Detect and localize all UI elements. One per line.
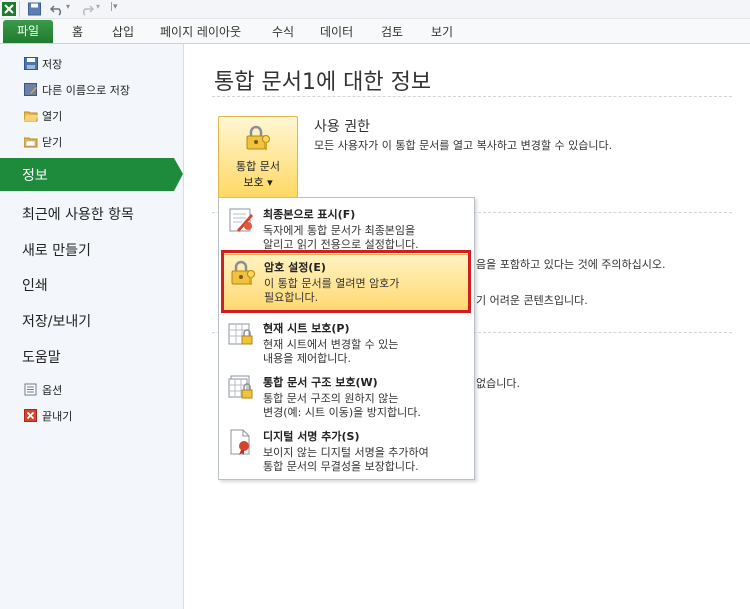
close-folder-icon [24,137,38,148]
tab-data[interactable]: 데이터 [320,23,353,40]
redo-icon[interactable] [80,2,94,16]
ribbon-tabs: 파일 홈 삽입 페이지 레이아웃 수식 데이터 검토 보기 [0,19,750,44]
tab-page-layout[interactable]: 페이지 레이아웃 [160,23,241,40]
nav-info-label: 정보 [22,168,48,184]
menu-item-protect-structure[interactable]: 통합 문서 구조 보호(W) 통합 문서 구조의 원하지 않는 변경(예: 시트… [219,370,474,420]
highlight-annotation-box [221,250,471,313]
exit-icon [24,409,37,422]
save-icon [24,57,38,70]
save-as-icon [24,83,37,96]
nav-save-send[interactable]: 저장/보내기 [22,311,91,331]
menu-item-desc: 변경(예: 시트 이동)을 방지합니다. [263,406,421,419]
menu-item-title: 현재 시트 보호(P) [263,322,350,335]
protect-button-label-1: 통합 문서 [236,160,280,173]
nav-new[interactable]: 새로 만들기 [22,240,91,260]
versions-text-partial: 없습니다. [476,377,520,390]
excel-icon[interactable] [2,2,16,16]
tab-home[interactable]: 홈 [72,23,83,40]
page-title: 통합 문서1에 대한 정보 [214,70,432,95]
save-label: 저장 [42,58,63,71]
nav-selected-arrow [174,158,183,191]
options-label: 옵션 [42,384,63,397]
quick-access-toolbar: ▾ ▾ |▾ [0,0,750,19]
open-label: 열기 [42,110,63,123]
protect-workbook-button[interactable]: 통합 문서 보호 ▾ [218,116,298,198]
tab-formulas[interactable]: 수식 [272,23,294,40]
menu-item-title: 최종본으로 표시(F) [263,208,356,221]
menu-item-title: 디지털 서명 추가(S) [263,430,360,443]
workbook-lock-icon [228,375,253,399]
mark-final-icon [229,208,253,232]
inspect-text-partial: 음을 포함하고 있다는 것에 주의하십시오. [476,258,666,271]
undo-dropdown-icon[interactable]: ▾ [66,2,70,16]
redo-dropdown-icon[interactable]: ▾ [96,2,100,16]
open-folder-icon [24,111,38,122]
menu-item-protect-sheet[interactable]: 현재 시트 보호(P) 현재 시트에서 변경할 수 있는 내용을 제어합니다. [219,316,474,366]
backstage-nav: 저장 다른 이름으로 저장 열기 닫기 정보 최근에 사용한 항목 새로 만들기… [0,44,184,609]
menu-item-mark-final[interactable]: 최종본으로 표시(F) 독자에게 통합 문서가 최종본임을 알리고 읽기 전용으… [219,202,474,252]
menu-item-title: 통합 문서 구조 보호(W) [263,376,378,389]
accessibility-text-partial: 기 어려운 콘텐츠입니다. [476,294,588,307]
close-label: 닫기 [42,136,63,149]
tab-view[interactable]: 보기 [431,23,453,40]
sheet-lock-icon [228,323,253,345]
tab-insert[interactable]: 삽입 [112,23,134,40]
exit-label: 끝내기 [42,410,73,423]
nav-recent[interactable]: 최근에 사용한 항목 [22,204,134,224]
menu-item-digital-signature[interactable]: 디지털 서명 추가(S) 보이지 않는 디지털 서명을 추가하여 통합 문서의 … [219,424,474,474]
save-as-label: 다른 이름으로 저장 [42,84,130,97]
save-icon[interactable] [28,2,41,16]
permissions-title: 사용 권한 [314,119,370,135]
tab-file[interactable]: 파일 [3,20,53,43]
tab-review[interactable]: 검토 [381,23,403,40]
menu-item-desc: 통합 문서의 무결성을 보장합니다. [263,460,419,473]
protect-button-label-2: 보호 ▾ [243,176,273,189]
nav-help[interactable]: 도움말 [22,347,61,367]
nav-info[interactable]: 정보 [0,158,174,191]
menu-item-desc: 내용을 제어합니다. [263,352,351,365]
nav-print[interactable]: 인쇄 [22,275,48,295]
protect-workbook-menu: 최종본으로 표시(F) 독자에게 통합 문서가 최종본임을 알리고 읽기 전용으… [218,197,475,480]
qat-divider [19,1,20,17]
permissions-description: 모든 사용자가 이 통합 문서를 열고 복사하고 변경할 수 있습니다. [314,139,613,152]
signature-icon [230,429,250,455]
divider [212,96,732,97]
customize-qat-icon[interactable]: |▾ [110,2,118,16]
undo-icon[interactable] [50,2,64,16]
lock-key-icon [246,125,270,150]
options-icon [24,383,37,396]
